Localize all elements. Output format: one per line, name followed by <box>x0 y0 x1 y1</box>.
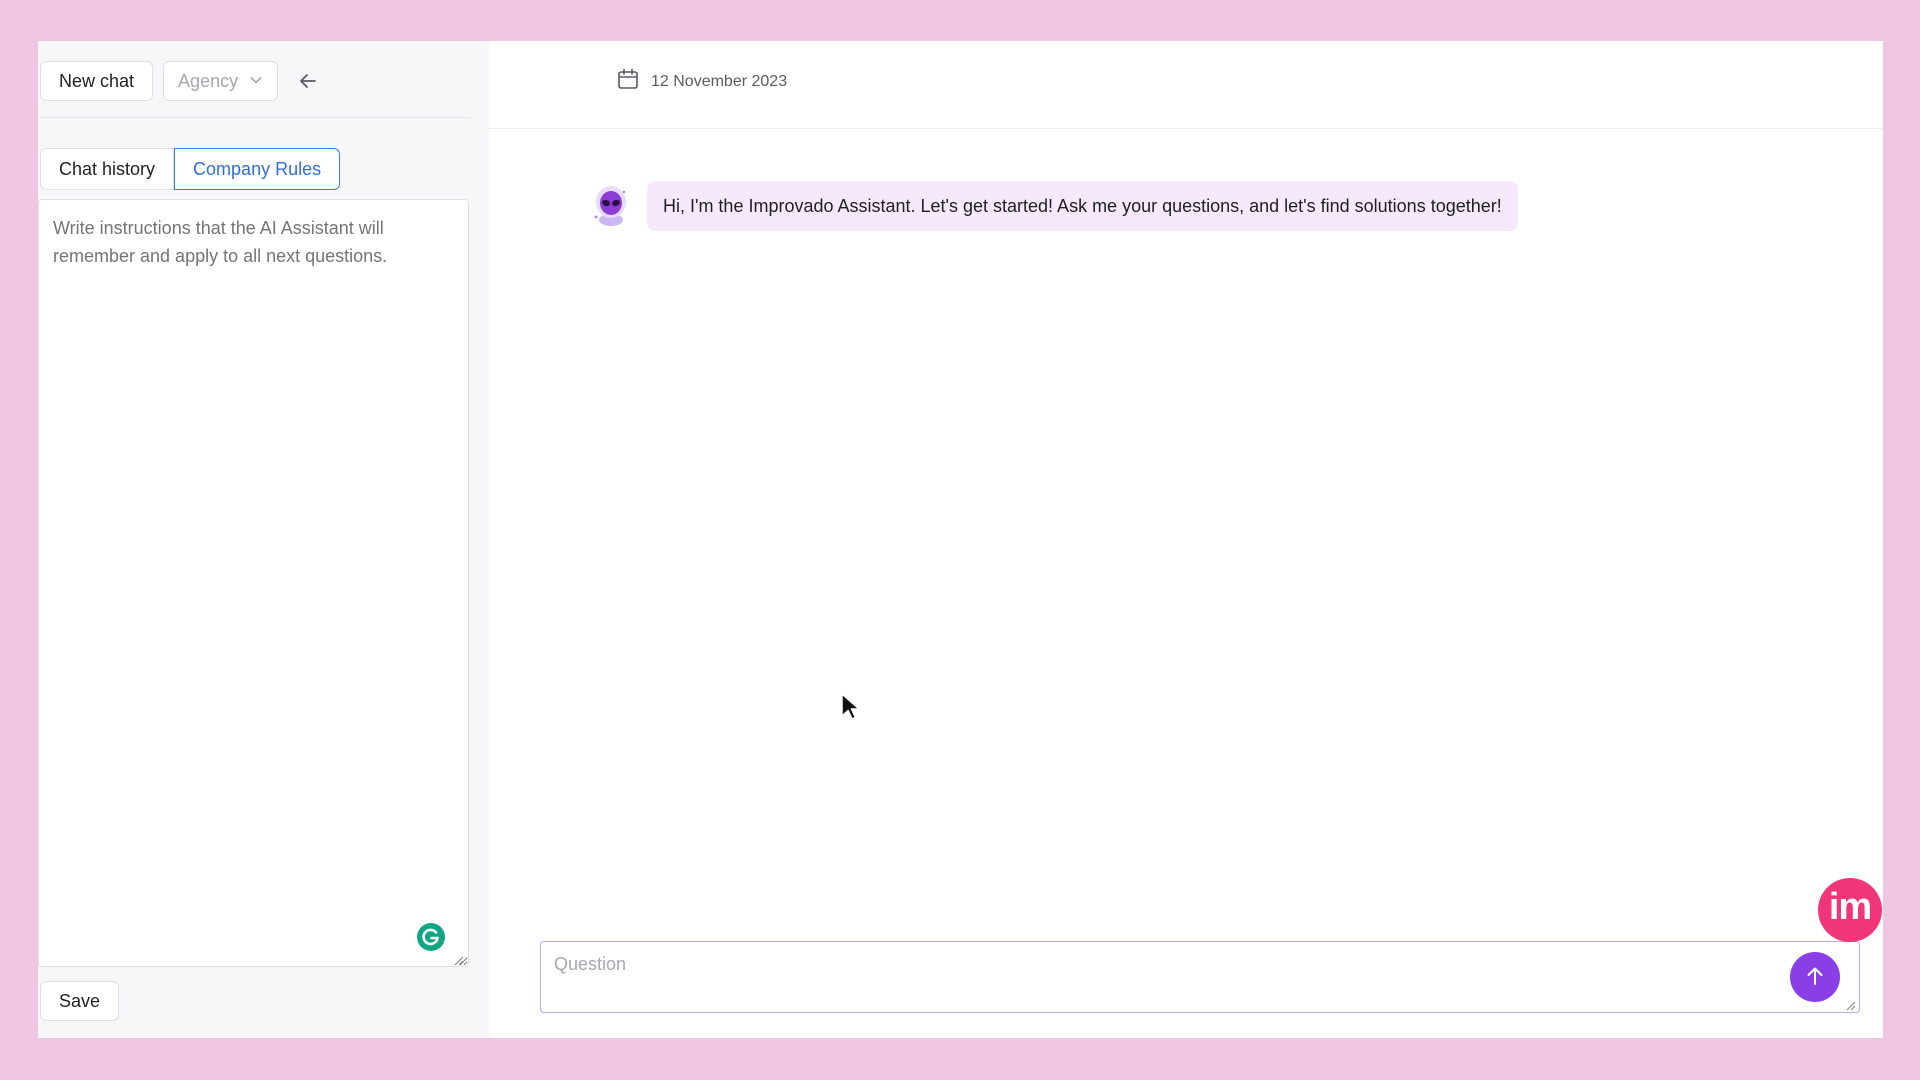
save-button[interactable]: Save <box>40 981 120 1021</box>
sidebar: New chat Agency Chat history Company Rul… <box>38 41 489 1038</box>
arrow-left-icon[interactable] <box>292 65 324 97</box>
resize-handle-icon[interactable] <box>452 953 464 966</box>
app-window: New chat Agency Chat history Company Rul… <box>38 41 1883 1038</box>
workspace-select-value: Agency <box>178 70 239 91</box>
sidebar-divider <box>40 117 470 118</box>
send-button[interactable] <box>1790 952 1840 1002</box>
sidebar-top-controls: New chat Agency <box>40 61 324 101</box>
chat-date: 12 November 2023 <box>617 68 787 95</box>
tab-company-rules[interactable]: Company Rules <box>174 148 341 190</box>
sidebar-tabs: Chat history Company Rules <box>40 148 341 190</box>
alien-avatar-icon <box>589 184 633 228</box>
chat-header: 12 November 2023 <box>489 41 1883 129</box>
grammarly-icon[interactable] <box>414 920 448 954</box>
brand-badge[interactable]: im <box>1818 878 1882 942</box>
mouse-cursor-icon <box>840 692 862 722</box>
assistant-message: Hi, I'm the Improvado Assistant. Let's g… <box>589 181 1518 231</box>
chevron-down-icon <box>249 71 263 92</box>
company-rules-input[interactable] <box>38 199 469 967</box>
workspace-select[interactable]: Agency <box>163 61 279 101</box>
arrow-up-icon <box>1804 965 1826 990</box>
new-chat-button[interactable]: New chat <box>40 61 154 101</box>
question-input[interactable] <box>541 942 1859 1012</box>
question-composer <box>540 941 1860 1013</box>
calendar-icon <box>617 68 639 95</box>
composer-resize-handle-icon[interactable] <box>1844 998 1856 1011</box>
date-text: 12 November 2023 <box>651 72 788 90</box>
message-bubble: Hi, I'm the Improvado Assistant. Let's g… <box>647 181 1518 231</box>
tab-chat-history[interactable]: Chat history <box>40 148 175 190</box>
